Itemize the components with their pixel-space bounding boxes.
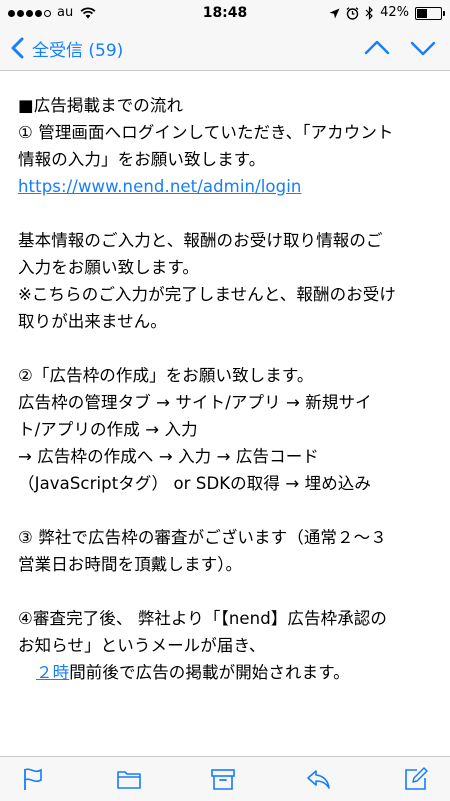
step1-text-cont: 情報の入力」をお願い致します。 <box>18 150 266 169</box>
flag-button[interactable] <box>20 766 46 792</box>
step4-text-cont: お知らせ」というメールが届き、 <box>18 636 266 655</box>
battery-icon <box>415 6 445 20</box>
info-text: 基本情報のご入力と、報酬のお受け取り情報のご <box>18 231 383 250</box>
location-arrow-icon <box>329 8 340 18</box>
status-right: 42% <box>329 5 445 21</box>
compose-icon <box>405 767 428 790</box>
reply-icon <box>307 770 330 789</box>
back-button[interactable]: 全受信 (59) <box>10 34 123 62</box>
step2-path-cont3: （JavaScriptタグ） or SDKの取得 → 埋め込み <box>18 474 371 493</box>
battery-percent: 42% <box>380 5 409 20</box>
step3-text-cont: 営業日お時間を頂戴します）。 <box>18 555 243 574</box>
archive-button[interactable] <box>210 766 236 792</box>
chevron-up-icon[interactable] <box>364 36 390 60</box>
step2-path-cont2: → 広告枠の作成へ → 入力 → 広告コード <box>18 447 319 466</box>
step4-text-rest: 間前後で広告の掲載が開始されます。 <box>69 663 350 682</box>
bluetooth-icon <box>365 6 373 20</box>
move-folder-button[interactable] <box>116 766 142 792</box>
step2-path-cont: ト/アプリの作成 → 入力 <box>18 420 198 439</box>
folder-icon <box>117 771 141 789</box>
section-heading: ■広告掲載までの流れ <box>18 96 184 115</box>
back-button-label: 全受信 (59) <box>32 40 124 61</box>
flag-icon <box>24 768 42 790</box>
archive-icon <box>211 769 235 790</box>
battery-tip <box>443 10 445 16</box>
note-text-cont: 取りが出来ません。 <box>18 312 167 331</box>
time-detected-link[interactable]: ２時 <box>36 663 69 682</box>
battery-fill <box>417 8 427 18</box>
nav-bar: 全受信 (59) <box>0 26 450 71</box>
chevron-down-icon[interactable] <box>410 36 436 60</box>
info-text-cont: 入力をお願い致します。 <box>18 258 199 277</box>
compose-button[interactable] <box>403 766 429 792</box>
message-body: ■広告掲載までの流れ ① 管理画面へログインしていただき、「アカウント 情報の入… <box>18 92 438 686</box>
step4-text: ④審査完了後、 弊社より「【nend】広告枠承認の <box>18 609 387 628</box>
bottom-toolbar <box>0 756 450 801</box>
message-navigation <box>364 36 436 60</box>
status-bar: au 18:48 42% <box>0 0 450 26</box>
step1-text: ① 管理画面へログインしていただき、「アカウント <box>18 123 394 142</box>
reply-button[interactable] <box>305 766 331 792</box>
step2-text: ②「広告枠の作成」をお願い致します。 <box>18 366 314 385</box>
admin-login-link[interactable]: https://www.nend.net/admin/login <box>18 177 301 196</box>
chevron-left-icon <box>11 37 24 59</box>
step2-path: 広告枠の管理タブ → サイト/アプリ → 新規サイ <box>18 393 372 412</box>
alarm-clock-icon <box>346 6 359 20</box>
step3-text: ③ 弊社で広告枠の審査がございます（通常２～３ <box>18 528 387 547</box>
note-text: ※こちらのご入力が完了しませんと、報酬のお受け <box>18 285 396 304</box>
step4-text-cont2: ２時間前後で広告の掲載が開始されます。 <box>18 659 438 686</box>
